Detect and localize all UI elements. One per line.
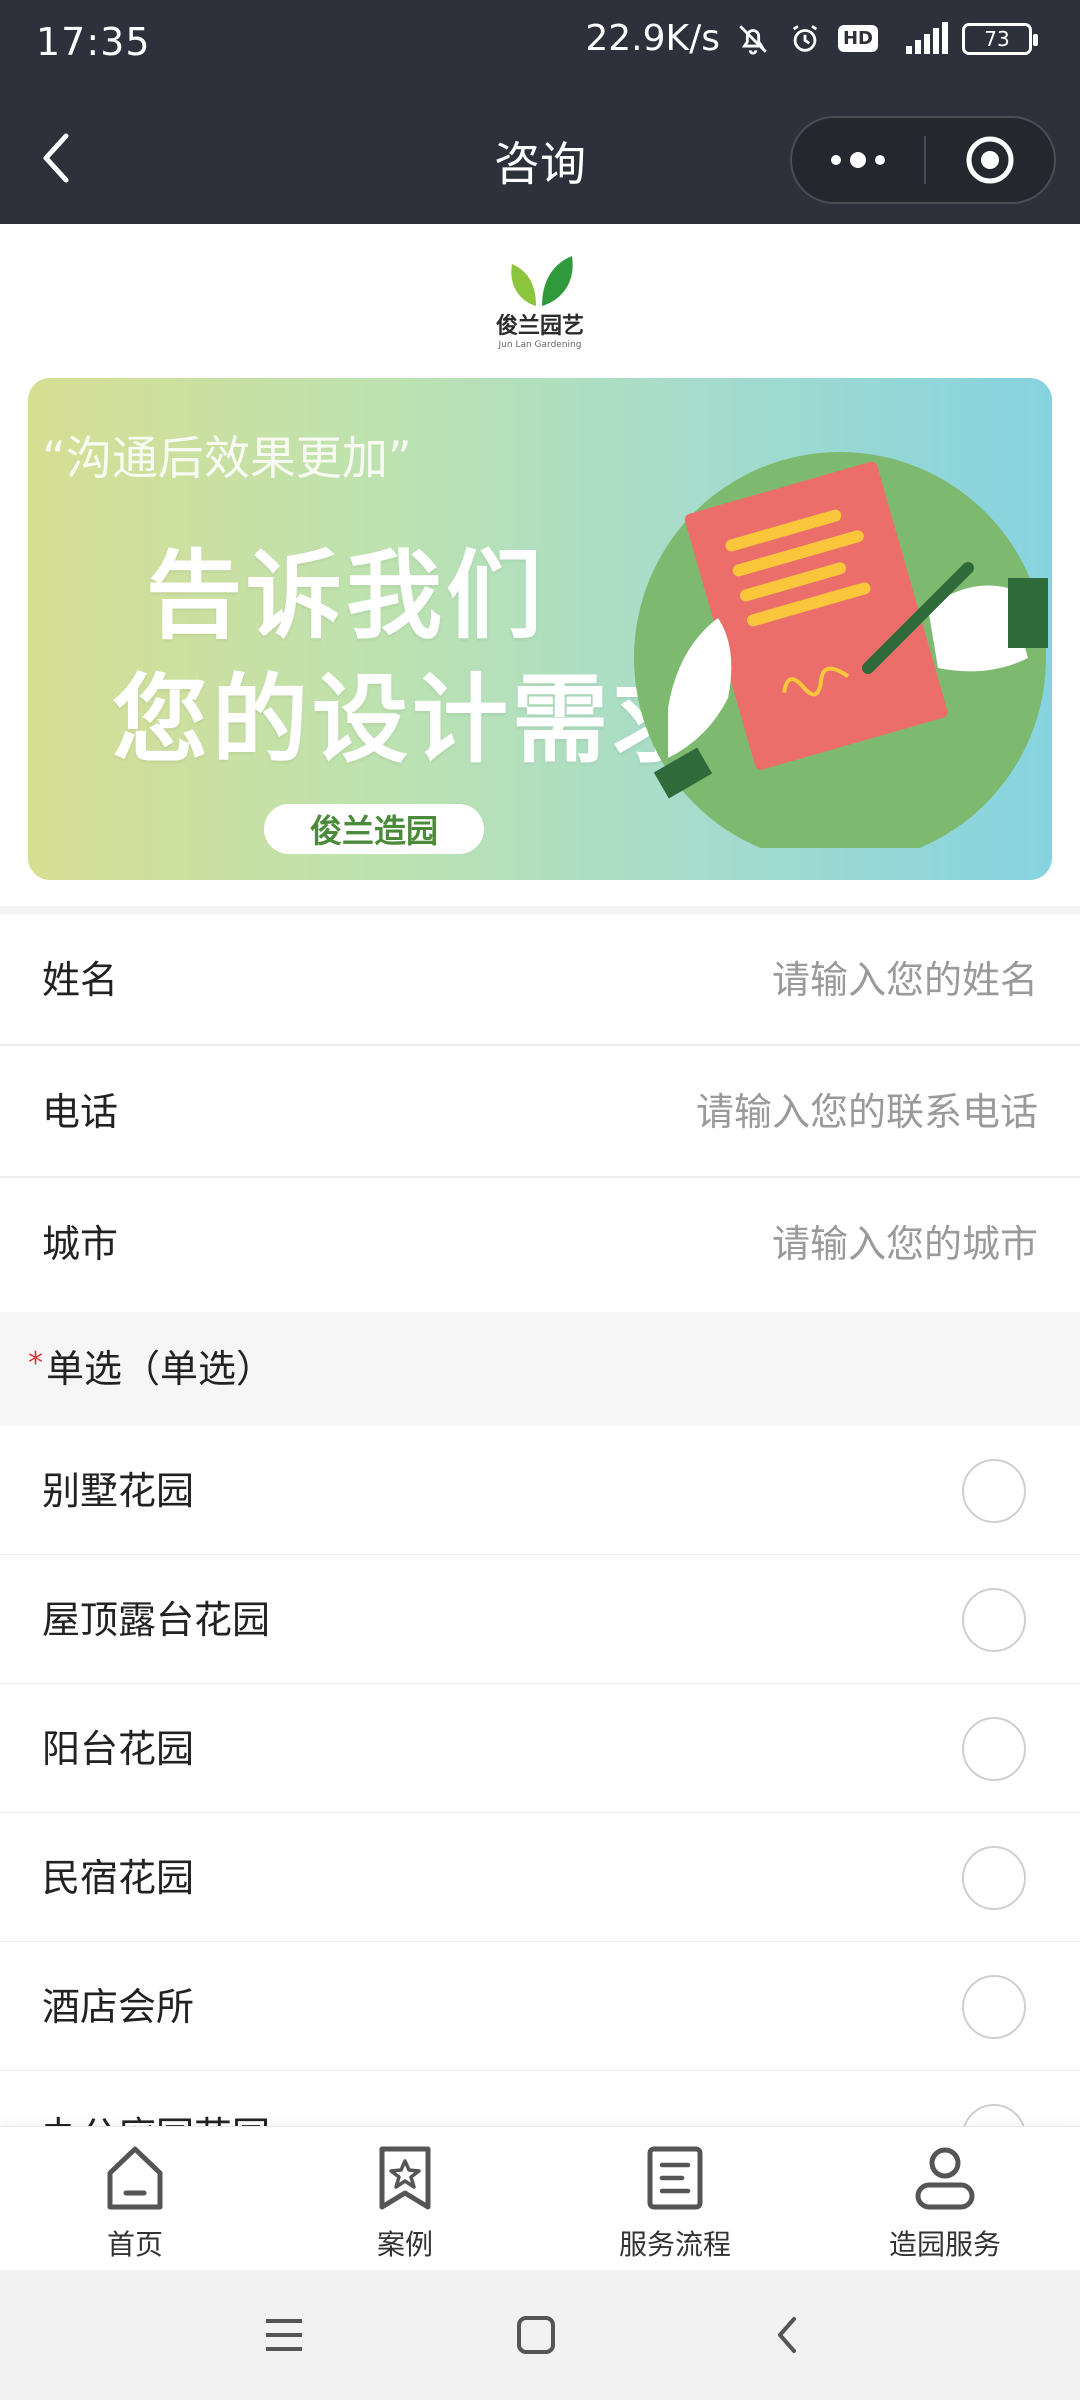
form-row-city: 城市 (0, 1178, 1080, 1310)
banner-headline-1: 告诉我们 (146, 540, 546, 652)
back-system-button[interactable] (758, 2305, 818, 2365)
radio-option[interactable]: 酒店会所 (0, 1942, 1080, 2072)
hd-icon: HD (837, 25, 878, 52)
name-input[interactable] (478, 944, 1038, 1016)
network-speed: 22.9K/s (585, 18, 720, 59)
banner-headline-2: 您的设计需求 (112, 664, 712, 776)
battery-level: 73 (984, 26, 1010, 51)
phone-input[interactable] (478, 1076, 1038, 1148)
more-button[interactable] (792, 118, 924, 202)
status-icons: 22.9K/s HD 73 (585, 18, 1038, 59)
back-icon (778, 2317, 796, 2353)
banner-tag: 俊兰造园 (264, 804, 484, 854)
city-input[interactable] (478, 1208, 1038, 1280)
form-row-name: 姓名 (0, 914, 1080, 1046)
signal-icon (892, 20, 948, 58)
top-bar: 17:35 22.9K/s HD 73 咨询 (0, 0, 1080, 224)
user-icon (915, 2147, 975, 2210)
tab-home-label: 首页 (106, 2228, 163, 2261)
radio-option[interactable]: 别墅花园 (0, 1426, 1080, 1556)
menu-icon (266, 2319, 302, 2351)
mute-bell-icon (734, 20, 772, 58)
document-icon (647, 2146, 703, 2210)
tab-home[interactable]: 首页 (0, 2127, 270, 2270)
tab-cases-label: 案例 (376, 2228, 433, 2261)
target-close-icon (966, 136, 1014, 184)
city-label: 城市 (42, 1222, 119, 1266)
phone-label: 电话 (42, 1090, 119, 1134)
brand-logo: 俊兰园艺 Jun Lan Gardening (490, 252, 590, 352)
logo-english-text: Jun Lan Gardening (498, 340, 582, 350)
single-choice-title: 单选（单选） (46, 1347, 275, 1391)
radio-button[interactable] (962, 1975, 1026, 2039)
radio-option[interactable]: 阳台花园 (0, 1684, 1080, 1814)
tab-service-process-label: 服务流程 (618, 2228, 731, 2261)
radio-option-label: 酒店会所 (42, 1985, 195, 2029)
form-row-phone: 电话 (0, 1046, 1080, 1178)
alarm-icon (786, 20, 824, 58)
tab-garden-service[interactable]: 造园服务 (810, 2127, 1080, 2270)
tab-cases[interactable]: 案例 (270, 2127, 540, 2270)
home-system-button[interactable] (506, 2305, 566, 2365)
miniapp-capsule (790, 116, 1056, 204)
banner-quote: “沟通后效果更加” (42, 431, 412, 485)
radio-button[interactable] (962, 1846, 1026, 1910)
radio-option-label: 屋顶露台花园 (42, 1598, 271, 1642)
system-navigation-bar (0, 2270, 1080, 2400)
radio-option[interactable]: 民宿花园 (0, 1813, 1080, 1943)
close-button[interactable] (926, 118, 1054, 202)
required-mark: * (28, 1346, 43, 1381)
status-time: 17:35 (36, 20, 151, 64)
logo-chinese-text: 俊兰园艺 (495, 314, 584, 339)
consult-banner: “沟通后效果更加” 告诉我们 您的设计需求 俊兰造园 (28, 378, 1052, 880)
tab-garden-service-label: 造园服务 (888, 2228, 1001, 2261)
radio-option-label: 阳台花园 (42, 1727, 195, 1771)
bookmark-star-icon (379, 2146, 431, 2210)
section-divider (0, 906, 1080, 914)
radio-option-label: 民宿花园 (42, 1856, 195, 1900)
radio-option[interactable]: 屋顶露台花园 (0, 1555, 1080, 1685)
more-dots-icon (831, 152, 885, 168)
home-square-icon (517, 2316, 555, 2354)
single-choice-header: * 单选（单选） (0, 1312, 1080, 1426)
radio-button[interactable] (962, 1459, 1026, 1523)
name-label: 姓名 (42, 958, 119, 1002)
leaf-logo-icon (511, 256, 573, 306)
home-icon (107, 2146, 163, 2210)
tab-service-process[interactable]: 服务流程 (540, 2127, 810, 2270)
battery-icon: 73 (962, 22, 1038, 55)
signing-document-illustration (634, 452, 1048, 848)
radio-option-label: 别墅花园 (42, 1469, 195, 1513)
bottom-tab-bar: 首页 案例 服务流程 造园服务 (0, 2126, 1080, 2270)
radio-button[interactable] (962, 1717, 1026, 1781)
menu-button[interactable] (254, 2305, 314, 2365)
radio-button[interactable] (962, 1588, 1026, 1652)
